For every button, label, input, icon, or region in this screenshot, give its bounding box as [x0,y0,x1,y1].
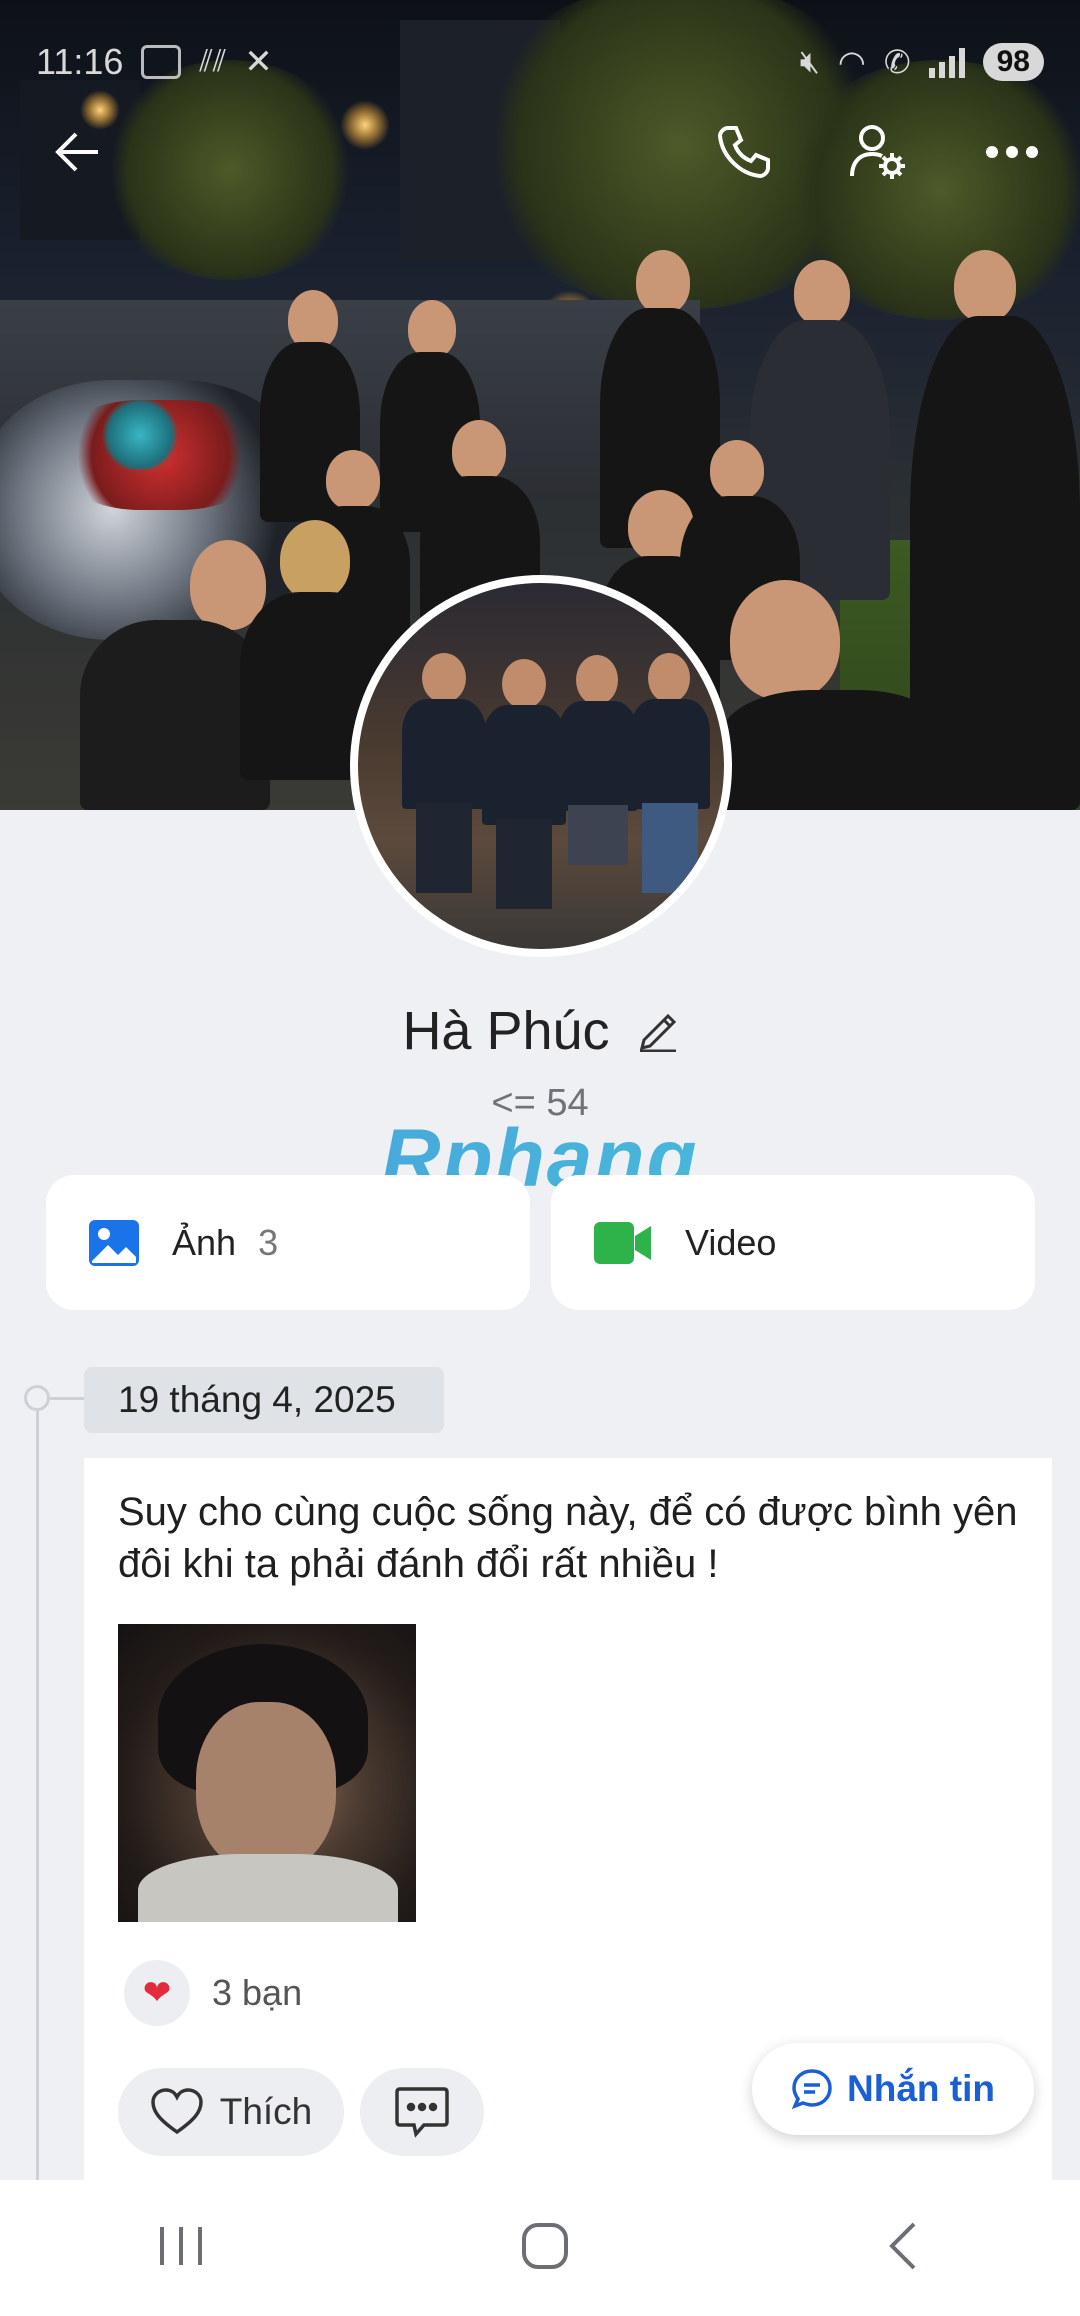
status-time: 11:16 [36,41,124,82]
recent-apps-icon [160,2226,203,2265]
edit-pencil-icon [639,1013,676,1052]
video-camera-icon [594,1221,651,1264]
screenshot-icon [141,45,182,79]
signal-stripes-icon: ⫽⫽ [199,45,227,78]
comment-button[interactable] [360,2068,484,2156]
photo-icon [89,1219,139,1266]
signal-icon [928,46,965,78]
edit-name-button[interactable] [636,1006,678,1057]
profile-name-row: Hà Phúc [0,1000,1080,1062]
comment-icon [395,2087,449,2138]
message-button[interactable]: Nhắn tin [752,2043,1034,2135]
timeline-line [36,1400,39,2180]
profile-avatar[interactable] [350,575,732,957]
photos-count: 3 [258,1221,279,1263]
photos-card[interactable]: Ảnh 3 [46,1175,530,1310]
back-nav-button[interactable] [884,2220,924,2277]
wifi-call-icon: ✆ [883,44,911,80]
video-card[interactable]: Video [551,1175,1035,1310]
more-options-button[interactable] [970,110,1054,194]
photos-label: Ảnh [172,1221,237,1263]
timeline-connector [50,1397,86,1400]
recent-apps-button[interactable] [156,2223,206,2274]
call-button[interactable] [702,110,786,194]
mute-icon: 🔇︎ [799,43,820,79]
chat-bubble-icon [791,2069,832,2110]
home-button[interactable] [519,2220,571,2277]
like-label: Thích [219,2091,313,2132]
profile-name: Hà Phúc [402,1001,610,1061]
battery-indicator: 98 [982,43,1044,81]
post-date: 19 tháng 4, 2025 [84,1367,444,1433]
like-button[interactable]: Thích [118,2068,344,2156]
heart-outline-icon [150,2088,203,2135]
video-label: Video [685,1221,777,1263]
reaction-summary[interactable]: ❤ 3 bạn [124,1960,302,2026]
back-arrow-icon [55,132,98,172]
post-image[interactable] [118,1624,416,1922]
system-navigation-bar [0,2180,1080,2316]
home-icon [521,2222,568,2269]
timeline-dot [24,1385,50,1411]
app-notification-icon: ✕ [244,43,273,81]
more-icon [986,146,1038,158]
back-button[interactable] [36,110,120,194]
post-text: Suy cho cùng cuộc sống này, để có được b… [118,1490,1018,1586]
phone-icon [717,126,770,179]
message-label: Nhắn tin [847,2068,995,2109]
profile-settings-button[interactable] [836,110,920,194]
user-settings-icon [850,125,905,179]
status-bar: 11:16 ⫽⫽ ✕ 🔇︎ ◠ ✆ 98 [0,0,1080,96]
back-chevron-icon [888,2222,916,2269]
wifi-icon: ◠ [837,44,866,80]
heart-icon: ❤ [124,1960,190,2026]
reaction-count: 3 bạn [212,1972,303,2013]
